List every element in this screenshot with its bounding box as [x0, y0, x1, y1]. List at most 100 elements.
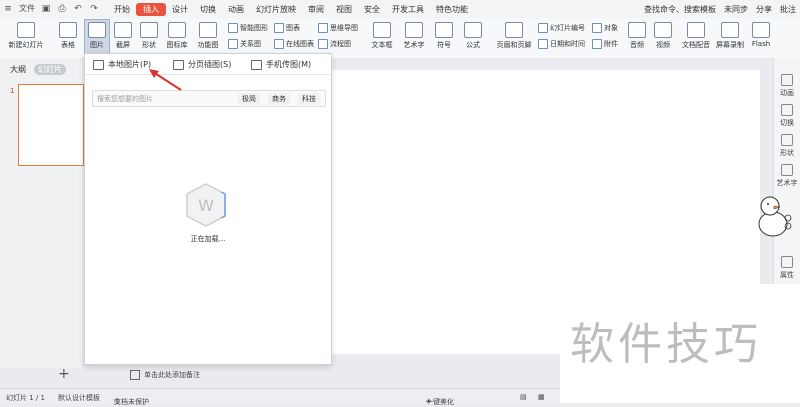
flash-button[interactable]: Flash — [750, 20, 772, 48]
local-picture-icon — [93, 59, 104, 70]
tab-design[interactable]: 设计 — [166, 4, 194, 15]
search-command[interactable]: 查找命令、搜索模板 — [644, 4, 716, 15]
picture-search-input[interactable]: 搜索您想要的图片 极简 商务 科技 — [92, 90, 326, 107]
picture-source-tabs: 本地图片(P) 分页插图(S) 手机传图(M) — [85, 54, 331, 75]
undo-icon[interactable]: ↶ — [73, 4, 83, 14]
chart-button[interactable]: 图表 — [274, 23, 300, 33]
quick-access: ≡ 文件 ▣ ⎙ ↶ ↷ — [0, 4, 102, 14]
tab-security[interactable]: 安全 — [358, 4, 386, 15]
icon-library-button[interactable]: 图标库 — [164, 20, 190, 50]
flowchart-icon — [318, 39, 328, 49]
sidebar-item-shape[interactable]: 形状 — [774, 134, 800, 158]
view-grid-icon[interactable]: ▦ — [538, 393, 545, 401]
tab-local-picture[interactable]: 本地图片(P) — [93, 59, 151, 70]
status-bar: 幻灯片 1 / 1 默认设计模板 ◎ 文档未保护 ◈ 一键美化 ▤ ▦ — [0, 388, 560, 406]
print-icon[interactable]: ⎙ — [57, 4, 67, 14]
function-chart-button[interactable]: 功能图 — [193, 20, 223, 50]
doc-audio-button[interactable]: 文档配音 — [680, 20, 712, 50]
tag-minimal[interactable]: 极简 — [238, 93, 260, 105]
tab-view[interactable]: 视图 — [330, 4, 358, 15]
slide-thumbnail[interactable] — [18, 84, 84, 166]
smart-graphic-button[interactable]: 智能图形 — [228, 23, 268, 33]
attachment-button[interactable]: 附件 — [592, 39, 618, 49]
template-name[interactable]: 默认设计模板 — [58, 393, 100, 403]
tab-animation[interactable]: 动画 — [222, 4, 250, 15]
phone-upload-icon — [251, 59, 262, 70]
icon-library-icon — [168, 22, 186, 38]
svg-text:W: W — [198, 196, 214, 215]
audio-button[interactable]: 音频 — [626, 20, 648, 50]
flowchart-button[interactable]: 流程图 — [318, 39, 351, 49]
tab-slideshow[interactable]: 幻灯片放映 — [250, 4, 302, 15]
menu-icon[interactable]: ≡ — [3, 4, 13, 14]
notes-icon — [130, 370, 140, 380]
tab-phone-upload[interactable]: 手机传图(M) — [251, 59, 311, 70]
properties-icon — [781, 256, 793, 268]
notes-area[interactable]: 单击此处添加备注 — [130, 368, 560, 382]
shape-button[interactable]: 形状 — [138, 20, 160, 50]
symbol-button[interactable]: 符号 — [432, 20, 456, 50]
tab-developer[interactable]: 开发工具 — [386, 4, 430, 15]
new-slide-button[interactable]: 新建幻灯片 — [6, 20, 46, 50]
online-chart-button[interactable]: 在线图表 — [274, 39, 314, 49]
menu-bar: ≡ 文件 ▣ ⎙ ↶ ↷ 开始 插入 设计 切换 动画 幻灯片放映 审阅 视图 … — [0, 0, 800, 18]
file-menu[interactable]: 文件 — [19, 4, 35, 14]
textbox-button[interactable]: 文本框 — [368, 20, 396, 50]
comment-button[interactable]: 批注 — [780, 4, 796, 15]
tab-slides[interactable]: 幻灯片 — [34, 64, 66, 75]
slide-number-icon — [538, 23, 548, 33]
slide-panel: 大纲 幻灯片 1 — [0, 58, 84, 368]
object-icon — [592, 23, 602, 33]
table-icon — [59, 22, 77, 38]
online-chart-icon — [274, 39, 284, 49]
mindmap-button[interactable]: 思维导图 — [318, 23, 358, 33]
sidebar-item-art-text[interactable]: 艺术字 — [774, 164, 800, 188]
slide-number: 1 — [10, 87, 15, 95]
search-placeholder: 搜索您想要的图片 — [97, 95, 153, 103]
insert-picture-dropdown: 本地图片(P) 分页插图(S) 手机传图(M) 搜索您想要的图片 极简 商务 科… — [84, 53, 332, 365]
tab-transition[interactable]: 切换 — [194, 4, 222, 15]
view-normal-icon[interactable]: ▤ — [520, 393, 527, 401]
screen-record-button[interactable]: 屏幕录制 — [714, 20, 746, 50]
art-text-button[interactable]: 艺术字 — [400, 20, 428, 50]
picture-button[interactable]: 图片 — [84, 19, 110, 56]
tab-outline[interactable]: 大纲 — [10, 64, 26, 75]
loading-text: 正在加载... — [190, 235, 226, 243]
notes-placeholder: 单击此处添加备注 — [144, 371, 200, 379]
header-footer-icon — [505, 22, 523, 38]
object-button[interactable]: 对象 — [592, 23, 618, 33]
tab-start[interactable]: 开始 — [108, 4, 136, 15]
slide-number-button[interactable]: 幻灯片编号 — [538, 23, 585, 33]
tag-business[interactable]: 商务 — [268, 93, 290, 105]
tab-insert[interactable]: 插入 — [136, 2, 166, 16]
speaker-icon — [628, 22, 646, 38]
sidebar-item-transition[interactable]: 切换 — [774, 104, 800, 128]
tab-features[interactable]: 特色功能 — [430, 4, 474, 15]
table-button[interactable]: 表格 — [56, 20, 80, 50]
add-slide-icon[interactable]: + — [58, 366, 70, 382]
save-icon[interactable]: ▣ — [41, 4, 51, 14]
transition-icon — [781, 104, 793, 116]
shape-icon — [140, 22, 158, 38]
formula-button[interactable]: 公式 — [460, 20, 486, 50]
tab-review[interactable]: 审阅 — [302, 4, 330, 15]
screen-record-icon — [721, 22, 739, 38]
sidebar-item-animation[interactable]: 动画 — [774, 74, 800, 98]
omega-icon — [435, 22, 453, 38]
picture-icon — [88, 22, 106, 38]
redo-icon[interactable]: ↷ — [89, 4, 99, 14]
art-text-icon — [405, 22, 423, 38]
datetime-button[interactable]: 日期和时间 — [538, 39, 585, 49]
video-button[interactable]: 视频 — [652, 20, 674, 50]
share-button[interactable]: 分享 — [756, 4, 772, 15]
header-footer-button[interactable]: 页眉和页脚 — [494, 20, 534, 50]
screenshot-button[interactable]: 截屏 — [112, 20, 134, 50]
tag-technology[interactable]: 科技 — [298, 93, 320, 105]
video-icon — [654, 22, 672, 38]
function-chart-icon — [199, 22, 217, 38]
relation-button[interactable]: 关系图 — [228, 39, 261, 49]
sync-status[interactable]: 未同步 — [724, 4, 748, 15]
menu-right: 查找命令、搜索模板 未同步 分享 批注 — [640, 0, 800, 18]
mindmap-icon — [318, 23, 328, 33]
sidebar-item-properties[interactable]: 属性 — [774, 256, 800, 280]
